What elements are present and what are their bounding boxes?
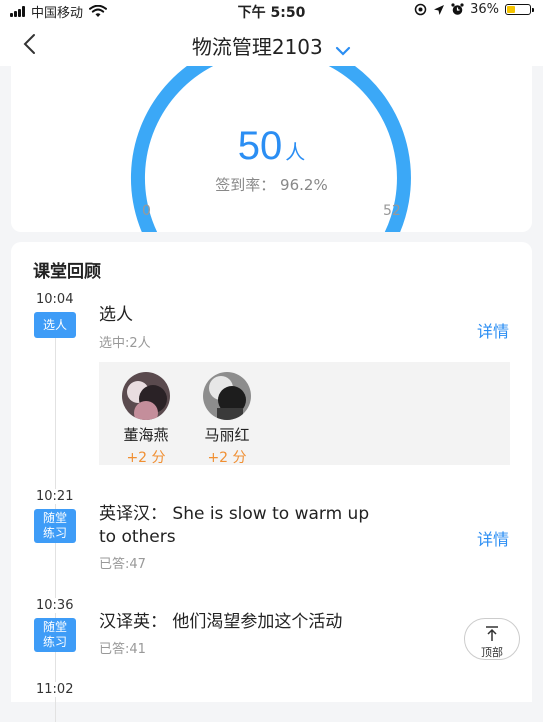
attendance-card: 50 人 签到率： 96.2% 0 52: [11, 66, 532, 232]
avatar: [122, 372, 170, 420]
page-title: 物流管理2103: [191, 35, 323, 59]
section-title: 课堂回顾: [33, 262, 101, 282]
status-bar: 中国移动 下午 5:50 36%: [0, 0, 543, 22]
student-name: 董海燕: [123, 426, 169, 444]
location-icon: [434, 4, 445, 15]
student-item: 马丽红 +2 分: [192, 372, 262, 467]
student-points: +2 分: [126, 450, 166, 466]
entry-tag-line: 随堂: [42, 511, 67, 525]
entry-tag-line: 练习: [42, 635, 67, 649]
screen-lock-icon: [414, 3, 427, 16]
details-link[interactable]: 详情: [477, 526, 509, 550]
battery-icon: [505, 4, 534, 15]
entry-tag: 选人: [34, 312, 76, 338]
gauge-min-label: 0: [142, 203, 151, 219]
chevron-down-icon: [335, 37, 351, 61]
entry-subtitle: 已答:47: [99, 557, 146, 572]
entry-title-line: 英译汉： She is slow to warm up: [99, 504, 370, 524]
student-item: 董海燕 +2 分: [111, 372, 181, 467]
entry-time: 11:02: [35, 682, 75, 697]
arrow-up-icon: [486, 626, 498, 641]
gauge-max-label: 52: [383, 203, 401, 219]
battery-percent: 36%: [470, 2, 499, 17]
details-link[interactable]: 详情: [477, 318, 509, 342]
entry-subtitle: 选中:2人: [99, 336, 151, 351]
class-switcher[interactable]: 物流管理2103: [0, 31, 543, 61]
back-to-top-button[interactable]: 顶部: [464, 618, 520, 660]
battery-fill: [507, 6, 515, 13]
entry-time: 10:36: [35, 598, 75, 613]
class-review-card: 课堂回顾 10:04 选人 选人 选中:2人 详情 董海燕 +2 分 马丽红 +…: [11, 242, 532, 722]
avatar: [203, 372, 251, 420]
student-points: +2 分: [207, 450, 247, 466]
student-name: 马丽红: [204, 426, 250, 444]
back-to-top-label: 顶部: [481, 646, 503, 659]
count-value: 50: [237, 124, 283, 168]
entry-time: 10:21: [35, 489, 75, 504]
entry-tag: 随堂 练习: [34, 509, 76, 543]
checked-in-count: 50 人: [11, 124, 532, 169]
entry-title-line: to others: [99, 527, 176, 547]
entry-time: 10:04: [35, 292, 75, 307]
picked-students: 董海燕 +2 分 马丽红 +2 分: [99, 362, 510, 467]
entry-tag-line: 练习: [42, 526, 67, 540]
entry-tag-line: 随堂: [42, 620, 67, 634]
count-unit: 人: [285, 140, 306, 164]
entry-tag: 随堂 练习: [34, 618, 76, 652]
entry-title: 选人: [99, 305, 133, 325]
entry-subtitle: 已答:41: [99, 642, 146, 657]
alarm-icon: [451, 3, 464, 15]
status-right: 36%: [414, 2, 534, 17]
nav-bar: 物流管理2103: [0, 22, 543, 66]
attendance-rate: 签到率： 96.2%: [215, 176, 328, 194]
entry-title: 英译汉： She is slow to warm up to others: [99, 503, 369, 549]
entry-title: 汉译英： 他们渴望参加这个活动: [99, 612, 343, 632]
